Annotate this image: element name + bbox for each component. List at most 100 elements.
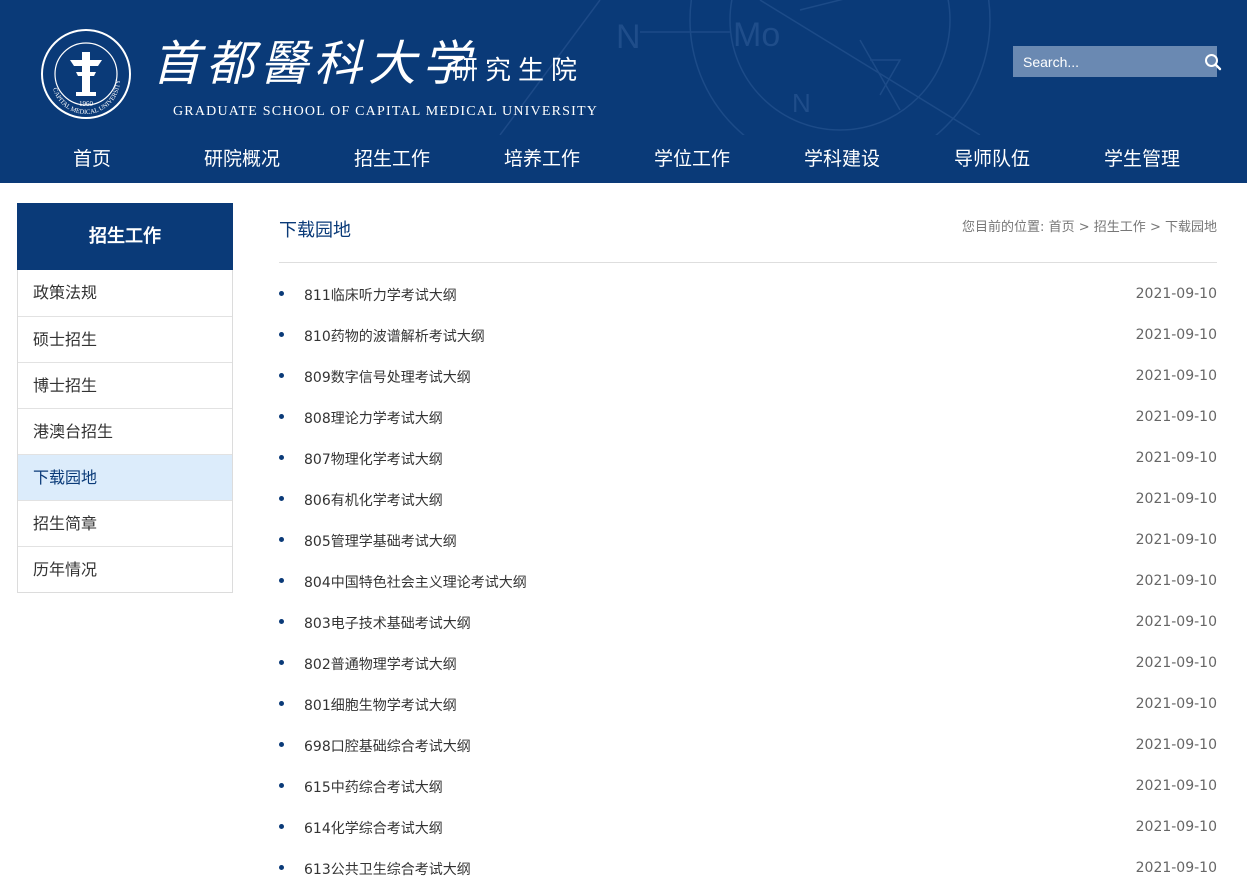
bullet-icon bbox=[279, 619, 284, 624]
svg-text:Mo: Mo bbox=[733, 16, 780, 54]
list-item-date: 2021-09-10 bbox=[1135, 286, 1217, 302]
list-item-date: 2021-09-10 bbox=[1135, 778, 1217, 794]
search-button[interactable] bbox=[1204, 46, 1222, 77]
nav-home[interactable]: 首页 bbox=[17, 135, 167, 183]
content-header: 下载园地 您目前的位置: 首页 > 招生工作 > 下载园地 bbox=[279, 203, 1217, 263]
bullet-icon bbox=[279, 701, 284, 706]
download-list: 811临床听力学考试大纲 2021-09-10 810药物的波谱解析考试大纲 202… bbox=[279, 263, 1217, 886]
bullet-icon bbox=[279, 455, 284, 460]
breadcrumb-separator: > bbox=[1078, 220, 1090, 235]
sidebar: 招生工作 政策法规 硕士招生 博士招生 港澳台招生 下载园地 招生简章 历年情况 bbox=[17, 203, 233, 593]
bullet-icon bbox=[279, 414, 284, 419]
sidebar-title: 招生工作 bbox=[17, 203, 233, 270]
nav-about[interactable]: 研院概况 bbox=[167, 135, 317, 183]
breadcrumb-separator: > bbox=[1149, 220, 1161, 235]
list-item: 803电子技术基础考试大纲 2021-09-10 bbox=[279, 606, 1217, 647]
search-box bbox=[1013, 46, 1222, 77]
list-item: 807物理化学考试大纲 2021-09-10 bbox=[279, 442, 1217, 483]
list-item: 810药物的波谱解析考试大纲 2021-09-10 bbox=[279, 319, 1217, 360]
nav-students[interactable]: 学生管理 bbox=[1067, 135, 1217, 183]
nav-admissions[interactable]: 招生工作 bbox=[317, 135, 467, 183]
list-item-link[interactable]: 804中国特色社会主义理论考试大纲 bbox=[304, 573, 527, 593]
sidebar-item-doctoral[interactable]: 博士招生 bbox=[18, 362, 232, 408]
list-item-date: 2021-09-10 bbox=[1135, 655, 1217, 671]
list-item-link[interactable]: 801细胞生物学考试大纲 bbox=[304, 696, 457, 716]
list-item: 808理论力学考试大纲 2021-09-10 bbox=[279, 401, 1217, 442]
list-item-link[interactable]: 810药物的波谱解析考试大纲 bbox=[304, 327, 485, 347]
sidebar-item-brochure[interactable]: 招生简章 bbox=[18, 500, 232, 546]
svg-text:N: N bbox=[792, 88, 811, 118]
university-seal-logo[interactable]: 1960 CAPITAL MEDICAL UNIVERSITY bbox=[40, 28, 132, 120]
list-item-date: 2021-09-10 bbox=[1135, 737, 1217, 753]
sidebar-item-downloads[interactable]: 下载园地 bbox=[18, 454, 232, 500]
svg-text:1960: 1960 bbox=[79, 100, 94, 108]
bullet-icon bbox=[279, 332, 284, 337]
list-item: 613公共卫生综合考试大纲 2021-09-10 bbox=[279, 852, 1217, 886]
sidebar-item-policy[interactable]: 政策法规 bbox=[18, 270, 232, 316]
nav-degrees[interactable]: 学位工作 bbox=[617, 135, 767, 183]
list-item: 801细胞生物学考试大纲 2021-09-10 bbox=[279, 688, 1217, 729]
breadcrumb: 您目前的位置: 首页 > 招生工作 > 下载园地 bbox=[962, 219, 1217, 237]
list-item-link[interactable]: 811临床听力学考试大纲 bbox=[304, 286, 457, 306]
breadcrumb-current-link[interactable]: 下载园地 bbox=[1165, 220, 1217, 235]
list-item-link[interactable]: 802普通物理学考试大纲 bbox=[304, 655, 457, 675]
sidebar-item-hk-macao-taiwan[interactable]: 港澳台招生 bbox=[18, 408, 232, 454]
list-item-date: 2021-09-10 bbox=[1135, 327, 1217, 343]
list-item-date: 2021-09-10 bbox=[1135, 409, 1217, 425]
list-item: 805管理学基础考试大纲 2021-09-10 bbox=[279, 524, 1217, 565]
search-input[interactable] bbox=[1013, 46, 1204, 77]
list-item-date: 2021-09-10 bbox=[1135, 819, 1217, 835]
list-item-date: 2021-09-10 bbox=[1135, 491, 1217, 507]
logo-graduate-school: 研究生院 bbox=[452, 56, 585, 86]
list-item: 809数字信号处理考试大纲 2021-09-10 bbox=[279, 360, 1217, 401]
bullet-icon bbox=[279, 865, 284, 870]
list-item-link[interactable]: 615中药综合考试大纲 bbox=[304, 778, 443, 798]
list-item: 811临床听力学考试大纲 2021-09-10 bbox=[279, 278, 1217, 319]
list-item-link[interactable]: 807物理化学考试大纲 bbox=[304, 450, 443, 470]
list-item: 615中药综合考试大纲 2021-09-10 bbox=[279, 770, 1217, 811]
page-title: 下载园地 bbox=[279, 220, 351, 241]
list-item-link[interactable]: 614化学综合考试大纲 bbox=[304, 819, 443, 839]
nav-training[interactable]: 培养工作 bbox=[467, 135, 617, 183]
svg-text:N: N bbox=[616, 18, 641, 56]
breadcrumb-section-link[interactable]: 招生工作 bbox=[1094, 220, 1146, 235]
sidebar-menu: 政策法规 硕士招生 博士招生 港澳台招生 下载园地 招生简章 历年情况 bbox=[17, 270, 233, 593]
bullet-icon bbox=[279, 742, 284, 747]
main-content: 下载园地 您目前的位置: 首页 > 招生工作 > 下载园地 811临床听力学考试… bbox=[279, 203, 1217, 886]
list-item-link[interactable]: 809数字信号处理考试大纲 bbox=[304, 368, 471, 388]
breadcrumb-prefix: 您目前的位置: bbox=[962, 220, 1045, 235]
bullet-icon bbox=[279, 537, 284, 542]
search-icon bbox=[1205, 53, 1222, 70]
bullet-icon bbox=[279, 291, 284, 296]
list-item-date: 2021-09-10 bbox=[1135, 860, 1217, 876]
bullet-icon bbox=[279, 578, 284, 583]
list-item-link[interactable]: 803电子技术基础考试大纲 bbox=[304, 614, 471, 634]
list-item-date: 2021-09-10 bbox=[1135, 450, 1217, 466]
main-nav: 首页 研院概况 招生工作 培养工作 学位工作 学科建设 导师队伍 学生管理 bbox=[17, 135, 1217, 183]
list-item-date: 2021-09-10 bbox=[1135, 696, 1217, 712]
breadcrumb-home-link[interactable]: 首页 bbox=[1049, 220, 1075, 235]
bullet-icon bbox=[279, 824, 284, 829]
list-item-date: 2021-09-10 bbox=[1135, 573, 1217, 589]
nav-disciplines[interactable]: 学科建设 bbox=[767, 135, 917, 183]
list-item: 698口腔基础综合考试大纲 2021-09-10 bbox=[279, 729, 1217, 770]
list-item-date: 2021-09-10 bbox=[1135, 532, 1217, 548]
list-item-link[interactable]: 808理论力学考试大纲 bbox=[304, 409, 443, 429]
list-item-link[interactable]: 806有机化学考试大纲 bbox=[304, 491, 443, 511]
list-item-date: 2021-09-10 bbox=[1135, 368, 1217, 384]
bullet-icon bbox=[279, 660, 284, 665]
list-item-date: 2021-09-10 bbox=[1135, 614, 1217, 630]
bullet-icon bbox=[279, 496, 284, 501]
logo-chinese-name: 首都醫科大学 bbox=[152, 36, 477, 92]
nav-supervisors[interactable]: 导师队伍 bbox=[917, 135, 1067, 183]
bullet-icon bbox=[279, 783, 284, 788]
site-header: N Mo N 1960 CAPITAL MEDICAL UNIVERSITY 首… bbox=[0, 0, 1247, 183]
list-item: 804中国特色社会主义理论考试大纲 2021-09-10 bbox=[279, 565, 1217, 606]
list-item-link[interactable]: 613公共卫生综合考试大纲 bbox=[304, 860, 471, 880]
list-item-link[interactable]: 698口腔基础综合考试大纲 bbox=[304, 737, 471, 757]
sidebar-item-master[interactable]: 硕士招生 bbox=[18, 316, 232, 362]
list-item-link[interactable]: 805管理学基础考试大纲 bbox=[304, 532, 457, 552]
bullet-icon bbox=[279, 373, 284, 378]
sidebar-item-history[interactable]: 历年情况 bbox=[18, 546, 232, 592]
list-item: 802普通物理学考试大纲 2021-09-10 bbox=[279, 647, 1217, 688]
